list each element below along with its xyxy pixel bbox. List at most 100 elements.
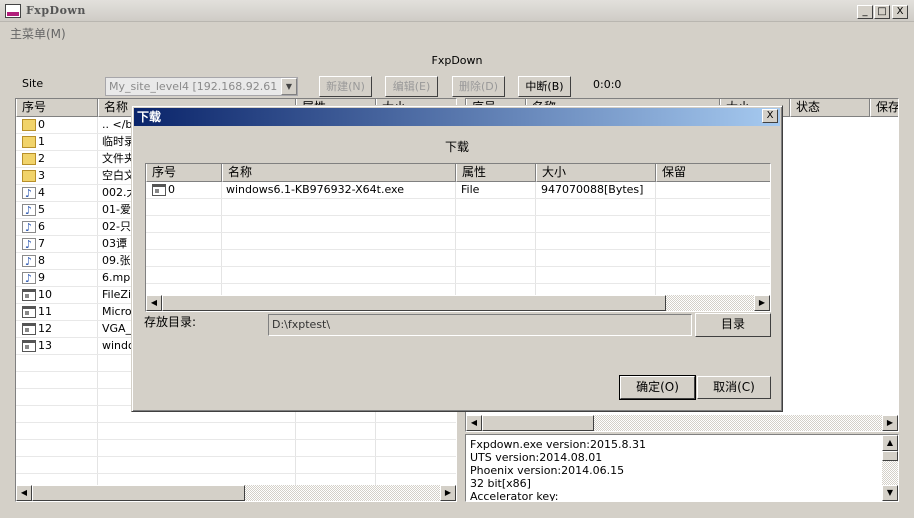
row-number: 0 (168, 183, 175, 196)
table-row (146, 233, 770, 250)
store-dir-field[interactable]: D:\fxptest\ (268, 314, 692, 336)
site-select[interactable]: My_site_level4 [192.168.92.61 : an ▼ (105, 77, 298, 96)
exe-file-icon (22, 323, 36, 335)
table-row (146, 250, 770, 267)
scroll-thumb[interactable] (882, 451, 898, 461)
scroll-right-icon[interactable]: ▶ (754, 295, 770, 311)
row-number: 6 (38, 220, 45, 233)
transfer-list-hscrollbar[interactable]: ◀ ▶ (466, 415, 898, 431)
scroll-right-icon[interactable]: ▶ (440, 485, 456, 501)
new-button[interactable]: 新建(N) (319, 76, 372, 97)
scroll-down-icon[interactable]: ▼ (882, 485, 898, 501)
row-number: 7 (38, 237, 45, 250)
log-line: Phoenix version:2014.06.15 (470, 464, 625, 477)
chevron-down-icon[interactable]: ▼ (281, 78, 297, 95)
table-row (16, 423, 456, 440)
music-file-icon (22, 203, 36, 219)
row-number: 0 (38, 118, 45, 131)
column-header-size[interactable]: 大小 (536, 164, 656, 182)
title-bar: FxpDown _ □ X (0, 0, 914, 22)
scroll-thumb[interactable] (32, 485, 245, 501)
row-number: 8 (38, 254, 45, 267)
row-number: 10 (38, 288, 52, 301)
row-number: 9 (38, 271, 45, 284)
table-row (146, 267, 770, 284)
row-number: 12 (38, 322, 52, 335)
scroll-thumb[interactable] (162, 295, 666, 311)
column-header-save[interactable]: 保存 (870, 99, 898, 117)
column-header-no[interactable]: 序号 (146, 164, 222, 182)
abort-button[interactable]: 中断(B) (518, 76, 571, 97)
version-log: Fxpdown.exe version:2015.8.31 UTS versio… (465, 434, 899, 502)
scroll-up-icon[interactable]: ▲ (882, 435, 898, 451)
window-title: FxpDown (26, 4, 86, 17)
dialog-close-button[interactable]: X (762, 109, 778, 123)
folder-icon (22, 119, 36, 131)
column-header-attr[interactable]: 属性 (456, 164, 536, 182)
row-number: 13 (38, 339, 52, 352)
table-row (146, 216, 770, 233)
dialog-heading: 下载 (444, 140, 469, 154)
log-line: Fxpdown.exe version:2015.8.31 (470, 438, 646, 451)
column-header-name[interactable]: 名称 (222, 164, 456, 182)
close-button[interactable]: X (892, 5, 908, 19)
app-icon (5, 4, 21, 18)
main-menu[interactable]: 主菜单(M) (10, 25, 66, 42)
music-file-icon (22, 186, 36, 202)
folder-icon (22, 153, 36, 165)
folder-icon (22, 170, 36, 182)
file-name: windows6.1-KB976932-X64t.exe (226, 183, 404, 196)
row-number: 5 (38, 203, 45, 216)
log-vscrollbar[interactable]: ▲ ▼ (882, 435, 898, 501)
table-row[interactable]: 0 windows6.1-KB976932-X64t.exe File 9470… (146, 182, 770, 199)
table-row (146, 199, 770, 216)
site-label: Site (22, 77, 44, 90)
log-line: Accelerator key: (470, 490, 559, 502)
minimize-button[interactable]: _ (857, 5, 873, 19)
cancel-button[interactable]: 取消(C) (697, 376, 771, 399)
dialog-title: 下载 (137, 110, 162, 124)
log-line: UTS version:2014.08.01 (470, 451, 603, 464)
music-file-icon (22, 271, 36, 287)
exe-file-icon (22, 306, 36, 318)
site-select-value: My_site_level4 [192.168.92.61 : an (109, 80, 298, 93)
local-list-hscrollbar[interactable]: ◀ ▶ (16, 485, 456, 501)
exe-file-icon (22, 289, 36, 301)
row-number: 3 (38, 169, 45, 182)
scroll-left-icon[interactable]: ◀ (466, 415, 482, 431)
folder-icon (22, 136, 36, 148)
download-file-list[interactable]: 序号 名称 属性 大小 保留 0 windows6.1-KB976932-X64… (145, 163, 771, 312)
edit-button[interactable]: 编辑(E) (385, 76, 438, 97)
app-heading: FxpDown (431, 54, 483, 67)
music-file-icon (22, 254, 36, 270)
row-number: 4 (38, 186, 45, 199)
column-header-reserve[interactable]: 保留 (656, 164, 770, 182)
scroll-right-icon[interactable]: ▶ (882, 415, 898, 431)
exe-file-icon (22, 340, 36, 352)
store-dir-label: 存放目录: (144, 315, 197, 329)
dialog-title-bar: 下载 X (134, 108, 780, 126)
elapsed-timer: 0:0:0 (593, 78, 622, 91)
ok-button[interactable]: 确定(O) (619, 375, 696, 400)
music-file-icon (22, 220, 36, 236)
download-dialog: 下载 X 下载 序号 名称 属性 大小 保留 0 windows6.1-KB97… (131, 105, 783, 412)
log-line: 32 bit[x86] (470, 477, 531, 490)
maximize-button[interactable]: □ (874, 5, 890, 19)
music-file-icon (22, 237, 36, 253)
file-attr: File (461, 183, 480, 196)
row-number: 11 (38, 305, 52, 318)
scroll-thumb[interactable] (482, 415, 594, 431)
scroll-left-icon[interactable]: ◀ (146, 295, 162, 311)
column-header-no[interactable]: 序号 (16, 99, 98, 117)
row-number: 2 (38, 152, 45, 165)
file-size: 947070088[Bytes] (541, 183, 644, 196)
exe-file-icon (152, 184, 166, 196)
delete-button[interactable]: 删除(D) (452, 76, 505, 97)
column-header-status[interactable]: 状态 (790, 99, 870, 117)
table-row (16, 440, 456, 457)
download-list-hscrollbar[interactable]: ◀ ▶ (146, 295, 770, 311)
browse-dir-button[interactable]: 目录 (695, 313, 771, 337)
scroll-left-icon[interactable]: ◀ (16, 485, 32, 501)
row-number: 1 (38, 135, 45, 148)
table-row (16, 457, 456, 474)
